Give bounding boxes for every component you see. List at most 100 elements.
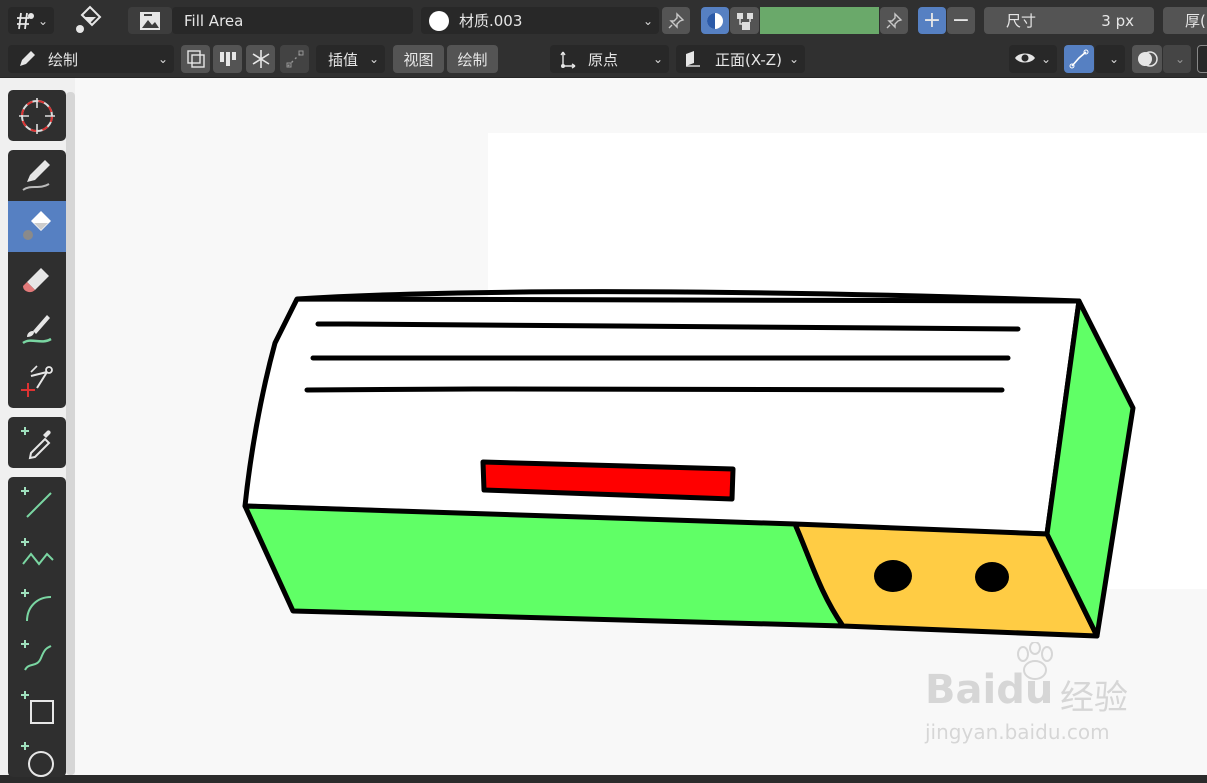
snap-button[interactable] — [246, 45, 275, 73]
origin-label: 原点 — [588, 50, 619, 69]
pin-icon — [668, 11, 685, 29]
polyline-icon — [21, 537, 54, 566]
thickness-label: 厚( — [1185, 12, 1206, 30]
subtract-mode-button[interactable]: − — [947, 7, 975, 34]
shading-button[interactable] — [1197, 45, 1207, 73]
orientation-selector[interactable]: 正面(X-Z) ⌄ — [676, 45, 805, 73]
vent-line-3 — [304, 386, 1005, 393]
ac-lower-panel — [242, 503, 846, 629]
paw-icon — [1017, 642, 1053, 680]
pin-material-button[interactable] — [662, 7, 690, 34]
mode-label: 绘制 — [48, 50, 79, 69]
brush-preview-button[interactable] — [128, 7, 172, 34]
front-plane-icon — [686, 51, 700, 67]
snowflake-icon — [252, 50, 269, 68]
eyedropper-icon — [21, 426, 51, 459]
chevron-down-icon: ⌄ — [1040, 52, 1051, 66]
plus-icon: + — [922, 8, 942, 33]
tool-cutter[interactable] — [8, 354, 66, 405]
draw-menu-label: 绘制 — [457, 50, 488, 69]
pencil-icon — [20, 51, 35, 66]
draw-menu[interactable]: 绘制 — [447, 45, 498, 73]
chevron-down-icon: ⌄ — [157, 52, 168, 66]
scissors-icon — [21, 364, 53, 397]
material-selector[interactable]: 材质.003 ⌄ — [421, 7, 659, 34]
material-name: 材质.003 — [459, 12, 523, 30]
brush-name-field[interactable]: Fill Area — [172, 7, 413, 34]
tool-fill[interactable] — [8, 201, 66, 252]
paint-bucket-icon — [23, 210, 51, 240]
guides-button[interactable] — [280, 45, 309, 73]
tool-cursor[interactable] — [8, 90, 66, 141]
view-menu[interactable]: 视图 — [393, 45, 444, 73]
thickness-field[interactable]: 厚( — [1163, 7, 1207, 34]
gizmo-icon — [1069, 49, 1089, 69]
color-mode-material-button[interactable] — [701, 7, 729, 34]
interpolate-menu[interactable]: 插值 ⌄ — [316, 45, 385, 73]
ac-red-indicator — [480, 459, 736, 502]
tool-curve[interactable] — [8, 630, 66, 681]
chevron-down-icon: ⌄ — [1174, 52, 1185, 66]
arc-icon — [21, 588, 52, 621]
curve-icon — [21, 639, 52, 671]
color-mode-vertex-button[interactable] — [730, 7, 759, 34]
origin-selector[interactable]: 原点 ⌄ — [550, 45, 669, 73]
fill-color-swatch[interactable] — [760, 7, 879, 34]
visibility-menu[interactable]: ⌄ — [1009, 45, 1057, 73]
chevron-down-icon: ⌄ — [37, 13, 48, 28]
fill-tool-header-icon — [72, 3, 106, 37]
autokey-button[interactable] — [213, 45, 242, 73]
multiframe-button[interactable] — [181, 45, 210, 73]
mode-selector[interactable]: 绘制 ⌄ — [8, 45, 174, 73]
tool-arc[interactable] — [8, 579, 66, 630]
chevron-down-icon: ⌄ — [368, 52, 379, 66]
pin-color-button[interactable] — [880, 7, 908, 34]
chevron-down-icon: ⌄ — [788, 52, 799, 66]
material-preview-icon — [429, 11, 449, 31]
toolbar-scrollbar[interactable] — [66, 92, 75, 775]
overlay-menu[interactable]: ⌄ — [1163, 45, 1191, 73]
overlay-circles-icon — [1138, 51, 1158, 67]
tool-erase[interactable] — [8, 252, 66, 303]
box-icon — [21, 690, 54, 724]
size-value: 3 px — [1101, 11, 1134, 30]
editor-type-button[interactable]: ⌄ — [8, 7, 54, 34]
tool-polyline[interactable] — [8, 528, 66, 579]
watermark-suffix: 经验 — [1060, 678, 1128, 718]
tool-settings-bar: 绘制 ⌄ 插值 ⌄ 视图 绘制 原点 ⌄ 正面(X-Z) ⌄ ⌄ ⌄ ⌄ — [0, 40, 1207, 78]
pencil-icon — [22, 159, 50, 191]
viewport-3d[interactable]: Baidu 经验 jingyan.baidu.com — [75, 78, 1207, 775]
view-menu-label: 视图 — [403, 50, 434, 69]
tool-group-sample — [8, 417, 66, 468]
size-field[interactable]: 尺寸 3 px — [984, 7, 1154, 34]
tool-draw[interactable] — [8, 150, 66, 201]
layers-icon — [186, 50, 205, 68]
orientation-label: 正面(X-Z) — [715, 50, 782, 69]
ac-button-dot-1 — [874, 560, 912, 592]
tool-shelf — [0, 78, 75, 777]
cursor-icon — [19, 97, 55, 134]
tool-circle[interactable] — [8, 732, 66, 783]
ac-button-dot-2 — [975, 562, 1009, 592]
chevron-down-icon: ⌄ — [652, 52, 663, 66]
keyframe-bars-icon — [219, 52, 236, 66]
gizmo-menu[interactable]: ⌄ — [1095, 45, 1125, 73]
grease-pencil-editor-icon — [17, 12, 34, 29]
brush-name-text: Fill Area — [184, 11, 244, 30]
add-mode-button[interactable]: + — [918, 7, 946, 34]
eraser-icon — [23, 267, 49, 292]
brush-icon — [22, 314, 52, 344]
chevron-down-icon: ⌄ — [1108, 52, 1119, 66]
tool-eyedropper[interactable] — [8, 417, 66, 468]
line-icon — [21, 486, 52, 518]
tool-tint[interactable] — [8, 303, 66, 354]
axis-origin-icon — [560, 51, 576, 69]
baidu-watermark: Baidu 经验 jingyan.baidu.com — [925, 642, 1145, 744]
overlay-toggle-button[interactable] — [1132, 45, 1162, 73]
pin-icon — [886, 11, 903, 29]
tool-box[interactable] — [8, 681, 66, 732]
tool-group-paint — [8, 150, 66, 408]
watermark-url: jingyan.baidu.com — [925, 720, 1110, 744]
tool-line[interactable] — [8, 477, 66, 528]
gizmo-toggle-button[interactable] — [1064, 45, 1094, 73]
